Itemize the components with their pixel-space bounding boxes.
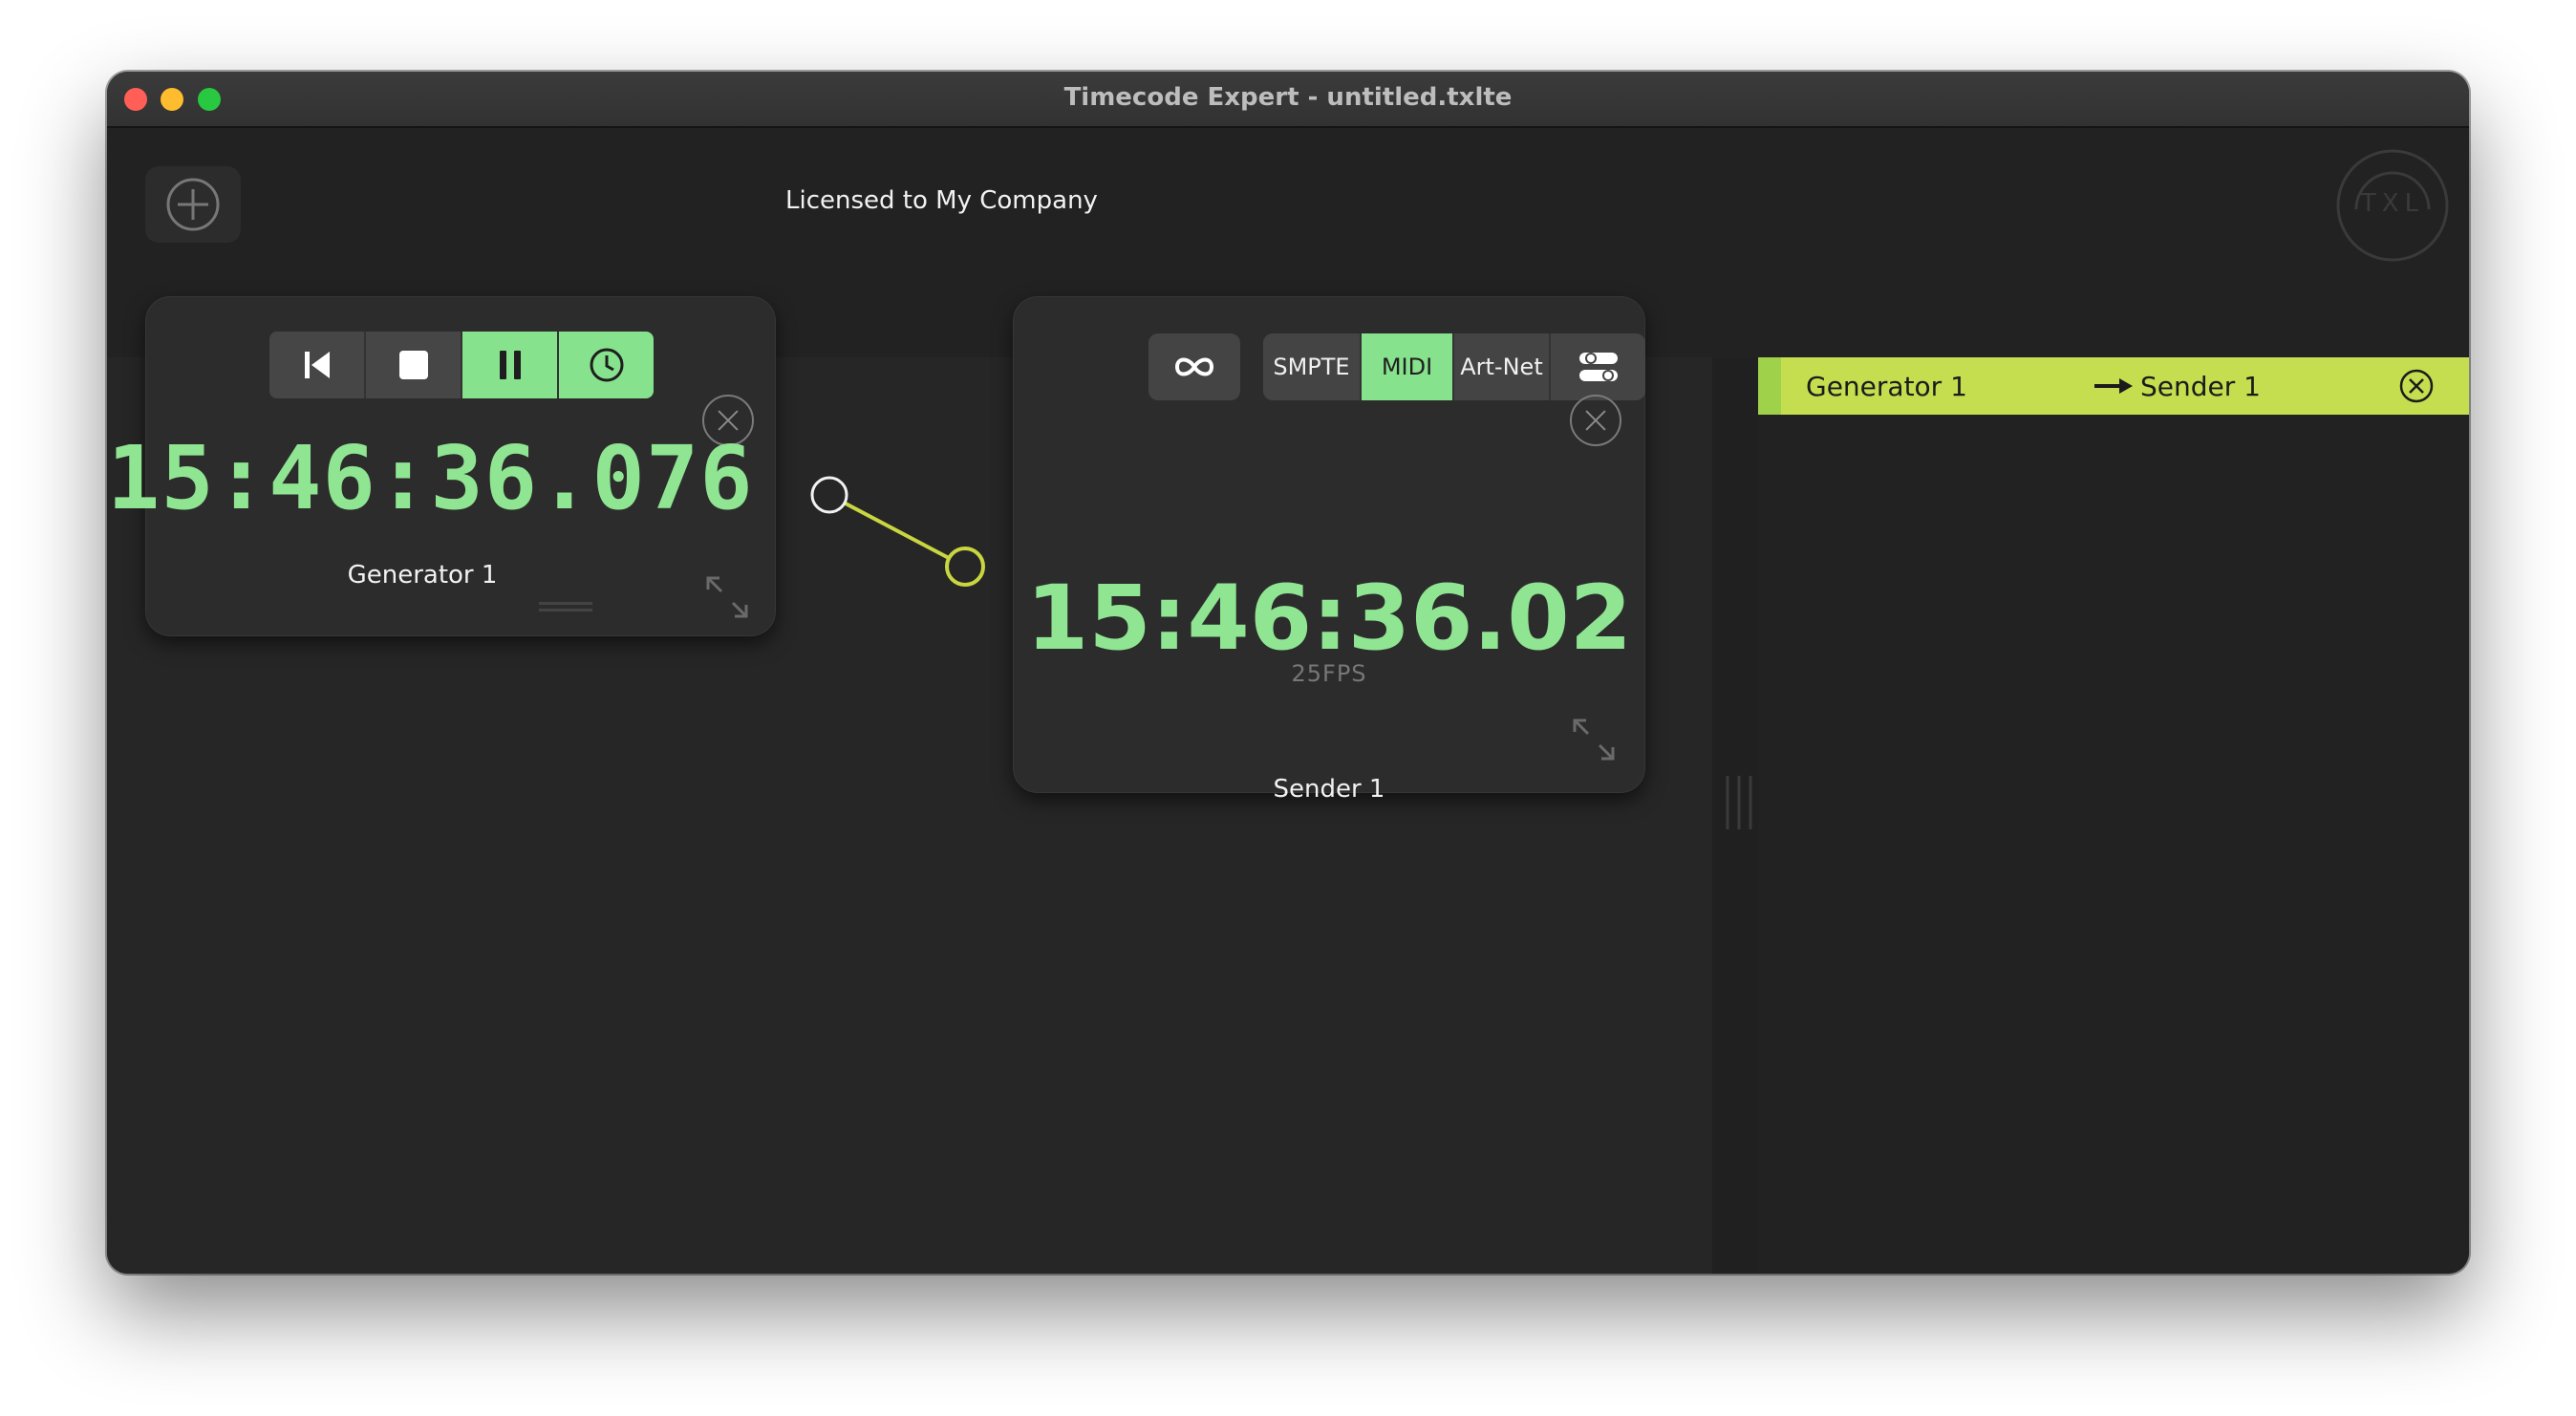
loop-button[interactable] xyxy=(1148,333,1240,400)
protocol-smpte-button[interactable]: SMPTE xyxy=(1263,333,1360,400)
infinity-icon xyxy=(1174,357,1214,376)
sender-fps: 25FPS xyxy=(1291,660,1367,687)
sender-close-button[interactable] xyxy=(1570,395,1621,446)
protocol-artnet-button[interactable]: Art-Net xyxy=(1452,333,1549,400)
route-selection-marker xyxy=(1758,357,1781,415)
sender-input-port xyxy=(945,547,985,587)
app-window: Timecode Expert - untitled.txlte License… xyxy=(107,72,2469,1274)
protocol-selector: SMPTE MIDI Art-Net xyxy=(1263,333,1645,400)
toggles-icon xyxy=(1578,353,1618,381)
protocol-midi-button[interactable]: MIDI xyxy=(1359,333,1452,400)
route-source: Generator 1 xyxy=(1806,371,1967,402)
sender-label: Sender 1 xyxy=(1273,775,1385,804)
route-remove-icon[interactable] xyxy=(2398,368,2435,404)
route-target: Sender 1 xyxy=(2140,371,2261,402)
sender-timecode: 15:46:36.02 xyxy=(1025,567,1633,671)
route-row[interactable]: Generator 1 Sender 1 xyxy=(1758,357,2469,415)
sender-expand-icon[interactable] xyxy=(1571,717,1617,762)
generator-output-port xyxy=(810,476,848,514)
arrow-right-icon xyxy=(2094,378,2133,394)
sender-settings-button[interactable] xyxy=(1549,333,1645,400)
